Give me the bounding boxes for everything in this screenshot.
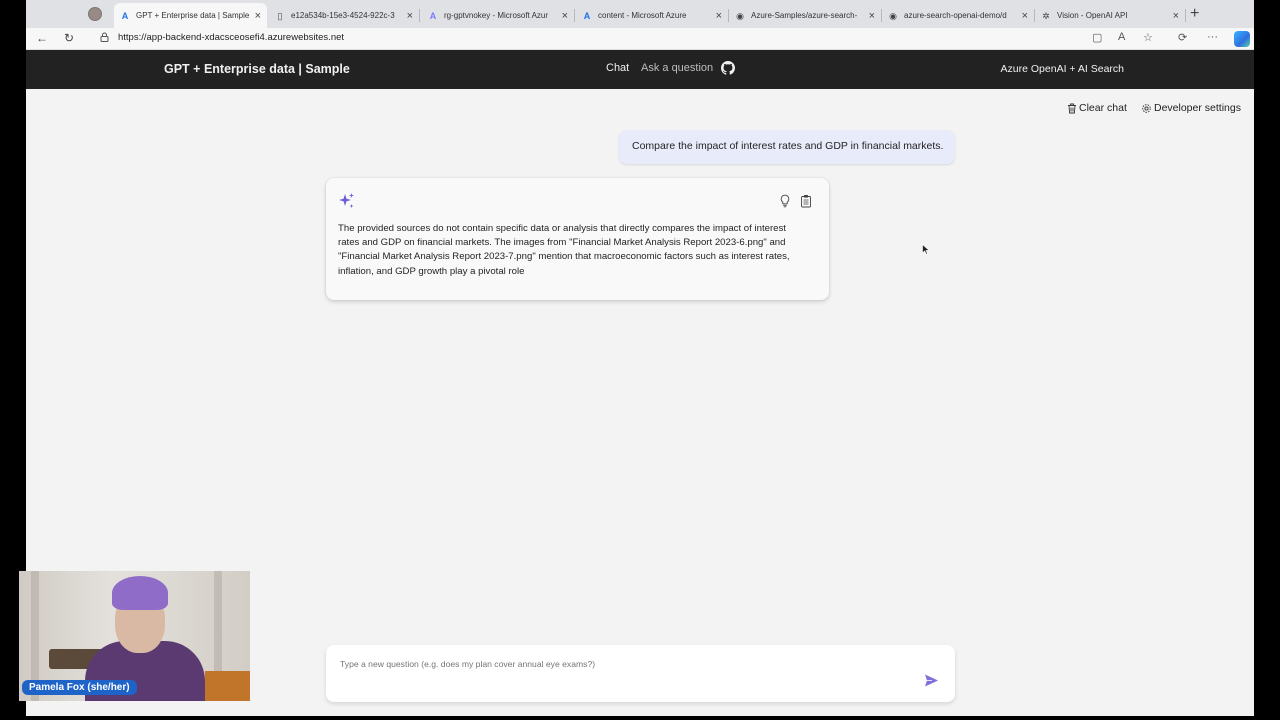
tab-azure-search-demo[interactable]: ◉ azure-search-openai-demo/d × — [882, 3, 1035, 28]
favorite-star-icon[interactable]: ☆ — [1143, 31, 1153, 44]
document-icon: ▯ — [277, 10, 283, 21]
question-input-container — [326, 645, 955, 702]
close-tab-icon[interactable]: × — [407, 10, 413, 22]
close-tab-icon[interactable]: × — [1173, 10, 1179, 22]
github-icon[interactable] — [721, 61, 735, 75]
developer-settings-label: Developer settings — [1154, 102, 1241, 114]
close-tab-icon[interactable]: × — [869, 10, 875, 22]
answer-card: The provided sources do not contain spec… — [326, 178, 829, 300]
nav-link-chat[interactable]: Chat — [606, 62, 629, 74]
close-tab-icon[interactable]: × — [1022, 10, 1028, 22]
tab-separator — [419, 9, 420, 22]
send-icon[interactable] — [924, 673, 939, 688]
tab-title: GPT + Enterprise data | Sample — [136, 11, 249, 20]
clear-chat-button[interactable]: Clear chat — [1067, 102, 1127, 114]
tab-rg-gptvnokey[interactable]: A rg-gptvnokey - Microsoft Azur × — [422, 3, 575, 28]
sparkle-icon — [339, 193, 354, 208]
read-aloud-icon[interactable]: A — [1118, 31, 1125, 43]
tab-title: Azure-Samples/azure-search- — [751, 11, 858, 20]
tab-title: azure-search-openai-demo/d — [904, 11, 1007, 20]
webcam-box — [205, 671, 250, 701]
app-brand[interactable]: GPT + Enterprise data | Sample — [164, 62, 350, 76]
profile-avatar[interactable] — [88, 7, 102, 21]
tab-azure-samples[interactable]: ◉ Azure-Samples/azure-search- × — [729, 3, 882, 28]
user-message: Compare the impact of interest rates and… — [619, 130, 955, 164]
nav-link-ask[interactable]: Ask a question — [641, 62, 713, 74]
app-available-icon[interactable]: ▢ — [1092, 31, 1102, 44]
back-arrow-icon[interactable]: ← — [36, 31, 48, 45]
clipboard-icon[interactable] — [800, 194, 812, 208]
gear-icon — [1142, 103, 1151, 113]
trash-icon — [1068, 103, 1076, 113]
close-tab-icon[interactable]: × — [716, 10, 722, 22]
tab-content-azure[interactable]: A content - Microsoft Azure × — [576, 3, 729, 28]
tab-title: e12a534b-15e3-4524-922c-3 — [291, 11, 395, 20]
azure-logo-icon: A — [429, 10, 437, 21]
more-options-icon[interactable]: ··· — [1207, 31, 1218, 43]
screen: A GPT + Enterprise data | Sample × ▯ e12… — [0, 0, 1280, 720]
tab-separator — [574, 9, 575, 22]
close-tab-icon[interactable]: × — [562, 10, 568, 22]
mouse-cursor-icon — [922, 244, 930, 255]
refresh-icon[interactable]: ↻ — [64, 31, 74, 45]
tab-separator — [1185, 9, 1186, 22]
header-right-title: Azure OpenAI + AI Search — [1000, 63, 1124, 75]
app-header: GPT + Enterprise data | Sample Chat Ask … — [26, 50, 1254, 89]
azure-logo-icon: A — [583, 10, 591, 21]
github-icon: ◉ — [889, 10, 897, 21]
question-input[interactable] — [340, 659, 900, 669]
tab-vision-openai[interactable]: ✲ Vision - OpenAI API × — [1035, 3, 1186, 28]
webcam-person-hat — [112, 576, 168, 610]
close-tab-icon[interactable]: × — [255, 10, 261, 22]
openai-icon: ✲ — [1042, 10, 1050, 21]
tab-title: rg-gptvnokey - Microsoft Azur — [444, 11, 549, 20]
url-field[interactable]: https://app-backend-xdacsceosefi4.azurew… — [118, 32, 344, 43]
webcam-overlay: Pamela Fox (she/her) — [19, 571, 250, 701]
tab-title: Vision - OpenAI API — [1057, 11, 1128, 20]
github-icon: ◉ — [736, 10, 744, 21]
tab-strip: A GPT + Enterprise data | Sample × ▯ e12… — [26, 0, 1254, 28]
webcam-name-label: Pamela Fox (she/her) — [22, 680, 137, 695]
tab-title: content - Microsoft Azure — [598, 11, 687, 20]
tab-gpt-enterprise[interactable]: A GPT + Enterprise data | Sample × — [114, 3, 267, 28]
extensions-icon[interactable]: ⟳ — [1178, 31, 1187, 44]
answer-text: The provided sources do not contain spec… — [338, 223, 790, 277]
lightbulb-icon[interactable] — [779, 194, 791, 208]
copilot-icon[interactable] — [1234, 31, 1250, 47]
azure-logo-icon: A — [121, 10, 129, 21]
new-tab-icon[interactable]: + — [1190, 5, 1199, 23]
lock-icon — [100, 32, 109, 42]
tab-document[interactable]: ▯ e12a534b-15e3-4524-922c-3 × — [269, 3, 420, 28]
clear-chat-label: Clear chat — [1079, 102, 1127, 114]
address-bar: ← ↻ https://app-backend-xdacsceosefi4.az… — [26, 28, 1254, 50]
developer-settings-button[interactable]: Developer settings — [1141, 102, 1241, 114]
